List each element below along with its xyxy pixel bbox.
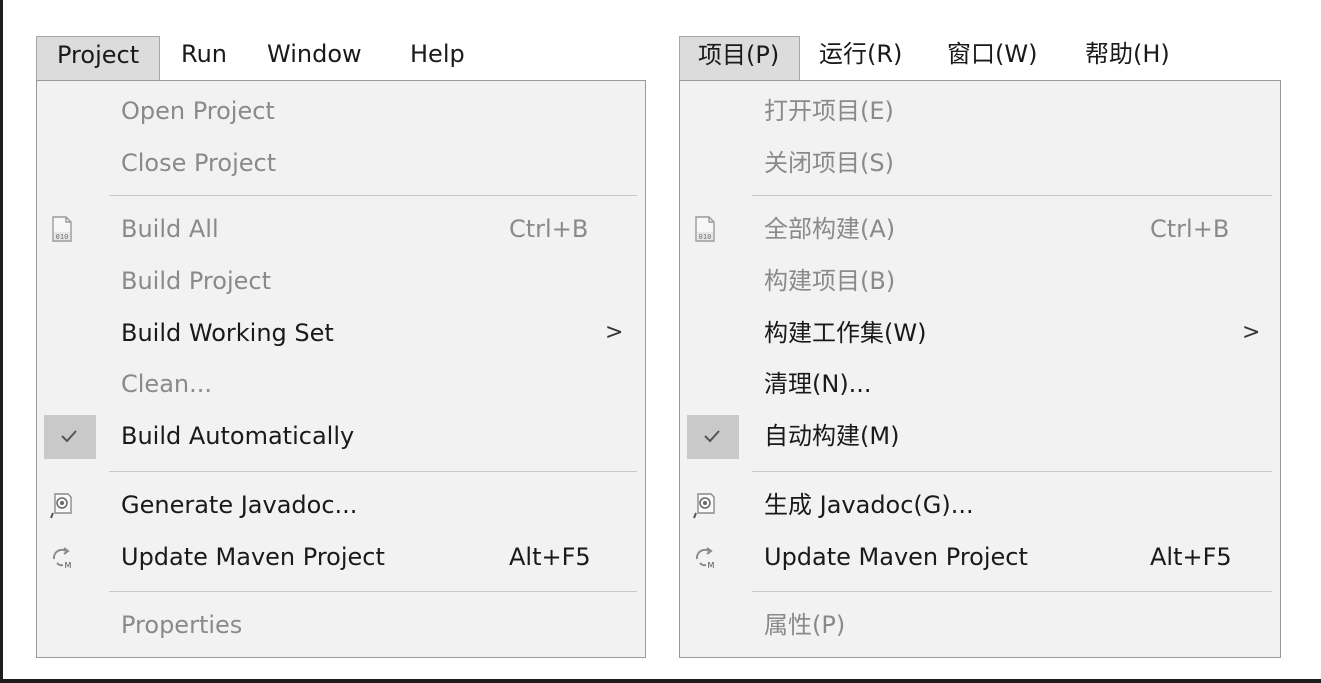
menu-item-label: 清理(N)... [764, 370, 872, 398]
menu-item-label: Update Maven Project [764, 543, 1028, 571]
menu-item-clean[interactable]: Clean... [37, 360, 645, 408]
menu-separator [752, 195, 1272, 196]
svg-text:M: M [65, 561, 72, 570]
menu-item-build-automatically[interactable]: Build Automatically [37, 412, 645, 460]
menubar: Project Run Window Help [36, 36, 646, 80]
submenu-arrow-icon: > [1242, 320, 1261, 345]
menu-item-clean[interactable]: 清理(N)... [680, 360, 1280, 408]
menubar-window[interactable]: Window [267, 36, 362, 80]
menubar-window[interactable]: 窗口(W) [947, 36, 1037, 80]
menubar-help[interactable]: Help [410, 36, 465, 80]
menu-separator [109, 471, 637, 472]
menu-item-build-all[interactable]: 010 Build All Ctrl+B [37, 205, 645, 253]
javadoc-icon [49, 491, 75, 519]
menu-separator [109, 195, 637, 196]
menubar-project[interactable]: Project [36, 36, 160, 80]
menu-item-label: Build Automatically [121, 422, 355, 450]
menubar-help-label: 帮助(H) [1085, 40, 1170, 68]
menubar-project-label: Project [57, 41, 140, 69]
menu-item-shortcut: Ctrl+B [509, 215, 589, 243]
menu-item-update-maven-project[interactable]: M Update Maven Project Alt+F5 [37, 533, 645, 581]
menu-item-update-maven-project[interactable]: M Update Maven Project Alt+F5 [680, 533, 1280, 581]
menubar-run-label: 运行(R) [819, 40, 903, 68]
submenu-arrow-icon: > [605, 320, 624, 345]
window-frame-left-edge [0, 0, 3, 683]
menu-item-close-project[interactable]: 关闭项目(S) [680, 139, 1280, 187]
svg-text:010: 010 [56, 233, 69, 241]
svg-text:M: M [708, 561, 715, 570]
menu-item-shortcut: Alt+F5 [509, 543, 591, 571]
checked-state-indicator [687, 415, 739, 459]
menu-item-label: 自动构建(M) [764, 422, 900, 450]
menubar-run-label: Run [181, 40, 228, 68]
menubar-project-label: 项目(P) [698, 41, 780, 69]
menu-item-build-project[interactable]: 构建项目(B) [680, 257, 1280, 305]
menu-item-label: 关闭项目(S) [764, 149, 894, 177]
menubar-window-label: 窗口(W) [947, 40, 1038, 68]
menubar-window-label: Window [267, 40, 362, 68]
checkmark-icon [61, 430, 77, 443]
svg-text:010: 010 [699, 233, 712, 241]
menu-separator [752, 471, 1272, 472]
menu-item-generate-javadoc[interactable]: 生成 Javadoc(G)... [680, 481, 1280, 529]
menu-item-properties[interactable]: 属性(P) [680, 601, 1280, 649]
menu-separator [752, 591, 1272, 592]
menu-item-build-project[interactable]: Build Project [37, 257, 645, 305]
menu-item-label: Open Project [121, 97, 275, 125]
menubar: 项目(P) 运行(R) 窗口(W) 帮助(H) [679, 36, 1281, 80]
checked-state-indicator [44, 415, 96, 459]
english-menu-panel: Project Run Window Help Open Project Clo… [36, 36, 646, 658]
menu-item-open-project[interactable]: Open Project [37, 87, 645, 135]
maven-update-icon: M [692, 543, 718, 571]
chinese-menu-panel: 项目(P) 运行(R) 窗口(W) 帮助(H) 打开项目(E) 关闭项目(S) … [679, 36, 1281, 658]
menu-separator [109, 591, 637, 592]
menu-item-properties[interactable]: Properties [37, 601, 645, 649]
menubar-run[interactable]: 运行(R) [819, 36, 902, 80]
menu-item-build-working-set[interactable]: Build Working Set > [37, 309, 645, 357]
menubar-help[interactable]: 帮助(H) [1085, 36, 1170, 80]
binary-file-icon: 010 [49, 215, 75, 243]
menu-item-label: 构建项目(B) [764, 267, 896, 295]
menu-item-label: 打开项目(E) [764, 97, 894, 125]
menu-item-label: 全部构建(A) [764, 215, 896, 243]
menu-item-open-project[interactable]: 打开项目(E) [680, 87, 1280, 135]
javadoc-icon [692, 491, 718, 519]
menu-item-label: Close Project [121, 149, 277, 177]
menu-item-label: Build Working Set [121, 319, 334, 347]
maven-update-icon: M [49, 543, 75, 571]
menu-item-build-working-set[interactable]: 构建工作集(W) > [680, 309, 1280, 357]
binary-file-icon: 010 [692, 215, 718, 243]
menubar-project[interactable]: 项目(P) [679, 36, 800, 80]
menu-item-label: Properties [121, 611, 243, 639]
menubar-help-label: Help [410, 40, 465, 68]
menu-item-label: Build All [121, 215, 219, 243]
project-dropdown-menu: Open Project Close Project 010 Build All… [36, 80, 646, 658]
menu-item-label: 构建工作集(W) [764, 319, 927, 347]
menu-item-build-automatically[interactable]: 自动构建(M) [680, 412, 1280, 460]
menubar-run[interactable]: Run [181, 36, 227, 80]
menu-item-close-project[interactable]: Close Project [37, 139, 645, 187]
menu-item-label: Clean... [121, 370, 212, 398]
menu-item-label: Build Project [121, 267, 271, 295]
menu-item-shortcut: Alt+F5 [1150, 543, 1232, 571]
menu-item-label: 属性(P) [764, 611, 846, 639]
menu-item-build-all[interactable]: 010 全部构建(A) Ctrl+B [680, 205, 1280, 253]
menu-item-label: 生成 Javadoc(G)... [764, 491, 974, 519]
menu-item-shortcut: Ctrl+B [1150, 215, 1230, 243]
menu-item-generate-javadoc[interactable]: Generate Javadoc... [37, 481, 645, 529]
menu-item-label: Generate Javadoc... [121, 491, 358, 519]
project-dropdown-menu: 打开项目(E) 关闭项目(S) 010 全部构建(A) Ctrl+B 构建项目(… [679, 80, 1281, 658]
menu-item-label: Update Maven Project [121, 543, 385, 571]
checkmark-icon [704, 430, 720, 443]
window-frame-bottom-edge [0, 679, 1321, 683]
